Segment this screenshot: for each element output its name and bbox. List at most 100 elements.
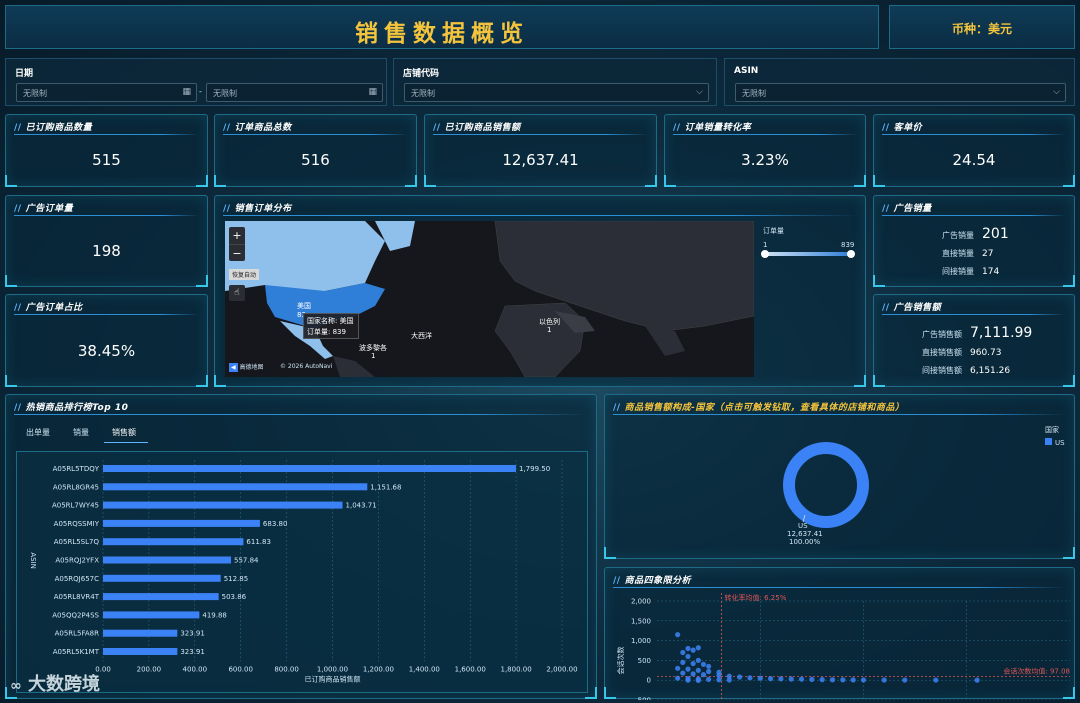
direct-qty-row: 直接销量 27 — [942, 248, 993, 259]
watermark-logo-icon: ∞ — [10, 678, 22, 694]
bar — [103, 629, 178, 637]
row-value: 27 — [982, 249, 994, 259]
scatter-point — [690, 671, 696, 677]
title-underline — [14, 215, 199, 216]
asin-filter: ASIN 无限制 ⌵ — [724, 58, 1075, 106]
legend-handle-min[interactable] — [761, 250, 769, 258]
panel-title-text: 广告销售额 — [893, 303, 942, 313]
tooltip-line1: 国家名称: 美国 — [307, 317, 354, 325]
x-tick-label: 1,200.00 — [363, 665, 394, 673]
date-end-placeholder: 无限制 — [213, 89, 237, 98]
header-banner: 销售数据概览 — [5, 5, 879, 49]
currency-banner: 币种：美元 — [889, 5, 1075, 49]
map-legend-range[interactable] — [765, 252, 851, 256]
scatter-point — [819, 677, 825, 683]
y-tick-label: A05RL8VR4T — [54, 593, 100, 601]
donut-label-value: 12,637.41 — [787, 530, 823, 538]
scatter-point — [680, 649, 686, 656]
scatter-point — [737, 674, 743, 680]
row-value: 960.73 — [970, 348, 1002, 358]
row-value: 7,111.99 — [970, 325, 1033, 341]
top10-chart-frame: 0.00 200.00 400.00 600.00 800.00 1,000.00 1,20… — [16, 451, 588, 693]
kpi-title-text: 订单销量转化率 — [684, 123, 752, 133]
scatter-point — [695, 667, 701, 673]
title-underline — [14, 414, 588, 415]
scatter-point — [685, 645, 691, 652]
scatter-point — [680, 670, 686, 676]
world-map[interactable]: 美国 83 大西洋 以色列 1 波多黎各 1 国家名称: 美国 订单量: 839… — [225, 221, 754, 377]
x-tick-label: 200.00 — [137, 665, 162, 673]
y-tick-label: A05RL7WY45 — [52, 502, 99, 510]
x-tick-label: 1,800.00 — [501, 665, 532, 673]
y-tick-label: A05RL5K1MT — [53, 648, 100, 656]
zoom-in-button[interactable]: + — [229, 227, 245, 244]
world-map-svg — [225, 221, 754, 377]
bar — [103, 519, 260, 527]
ad-orders-panel: //广告订单量 198 — [5, 195, 208, 287]
date-end-input[interactable]: 无限制 ▦ — [206, 83, 383, 102]
donut-slice-us[interactable] — [783, 442, 869, 528]
kpi-title-text: 已订购商品销售额 — [444, 123, 521, 133]
bar-value-label: 1,151.68 — [370, 483, 401, 491]
date-start-input[interactable]: 无限制 ▦ — [16, 83, 197, 102]
scatter-point — [850, 677, 856, 683]
x-tick-label: 1,000.00 — [317, 665, 348, 673]
zoom-controls: + − — [229, 227, 245, 261]
bar — [103, 483, 368, 491]
x-tick-label: 1,600.00 — [455, 665, 486, 673]
slash-icon: // — [673, 123, 681, 133]
active-tab-indicator — [104, 442, 148, 443]
date-filter: 日期 无限制 ▦ - 无限制 ▦ — [5, 58, 387, 106]
tab-sales-amount[interactable]: 销售额 — [112, 427, 136, 438]
map-legend-title: 订单量 — [763, 227, 784, 235]
watermark-text: 大数跨境 — [27, 674, 100, 695]
kpi-value: 515 — [92, 151, 121, 169]
x-tick-label: 800.00 — [274, 665, 299, 673]
kpi-title: //已订购商品数量 — [14, 120, 92, 133]
slash-icon: // — [14, 204, 22, 214]
store-filter: 店铺代码 无限制 ⌵ — [393, 58, 717, 106]
hand-pointer-icon[interactable]: ☝ — [229, 285, 245, 301]
scatter-point — [809, 676, 815, 683]
zoom-out-button[interactable]: − — [229, 244, 245, 261]
panel-title-text: 销售订单分布 — [234, 204, 292, 214]
tab-sales-qty[interactable]: 销量 — [73, 427, 89, 438]
row-value: 201 — [982, 226, 1009, 242]
row-label: 广告销售额 — [922, 330, 962, 339]
kpi-title: //客单价 — [882, 120, 922, 133]
y-axis-label: 会话次数 — [616, 647, 625, 675]
quadrant-scatter-chart: 2,000 1,500 1,000 500 0 -500 会话次数 转化率均值: 6.25% 会… — [616, 593, 1070, 700]
scatter-point — [695, 677, 701, 683]
scatter-point — [974, 677, 980, 683]
panel-title: //销售订单分布 — [223, 201, 292, 214]
watermark: ∞ 大数跨境 — [10, 670, 100, 696]
map-logo: ◀ 高德地图 — [229, 362, 264, 372]
y-tick-label: A05RL8GR45 — [53, 483, 99, 491]
asin-select[interactable]: 无限制 ⌵ — [735, 83, 1066, 102]
top10-panel: //热销商品排行榜Top 10 出单量 销量 销售额 0.00 200.00 400… — [5, 394, 597, 699]
title-underline — [223, 134, 408, 135]
ad-qty-row: 广告销量 201 — [942, 226, 1009, 242]
panel-title: //广告销售额 — [882, 300, 941, 313]
tab-order-count[interactable]: 出单量 — [26, 427, 50, 438]
store-select[interactable]: 无限制 ⌵ — [404, 83, 709, 102]
bar — [103, 556, 232, 564]
currency-label: 币种：美元 — [951, 22, 1012, 36]
y-tick-label: 1,000 — [631, 637, 651, 645]
bar-value-label: 323.91 — [180, 648, 205, 656]
ad-sales-amount-panel: //广告销售额 广告销售额 7,111.99 直接销售额 960.73 间接销售额 6… — [873, 294, 1075, 387]
legend-handle-max[interactable] — [847, 250, 855, 258]
y-axis-label: ASIN — [29, 552, 37, 569]
panel-title-text: 广告销量 — [893, 204, 932, 214]
bar — [103, 611, 200, 619]
scatter-point — [933, 677, 939, 683]
scatter-point — [690, 660, 696, 667]
slash-icon: // — [223, 204, 231, 214]
y-tick-label: 1,500 — [631, 617, 651, 625]
kpi-title: //订单商品总数 — [223, 120, 292, 133]
kpi-title: //已订购商品销售额 — [433, 120, 521, 133]
kpi-title-text: 客单价 — [893, 123, 923, 133]
reset-view-button[interactable]: 恢复自动 — [229, 269, 260, 280]
slash-icon: // — [882, 303, 890, 313]
session-avg-label: 会话次数均值: 97.08 — [1003, 666, 1070, 675]
